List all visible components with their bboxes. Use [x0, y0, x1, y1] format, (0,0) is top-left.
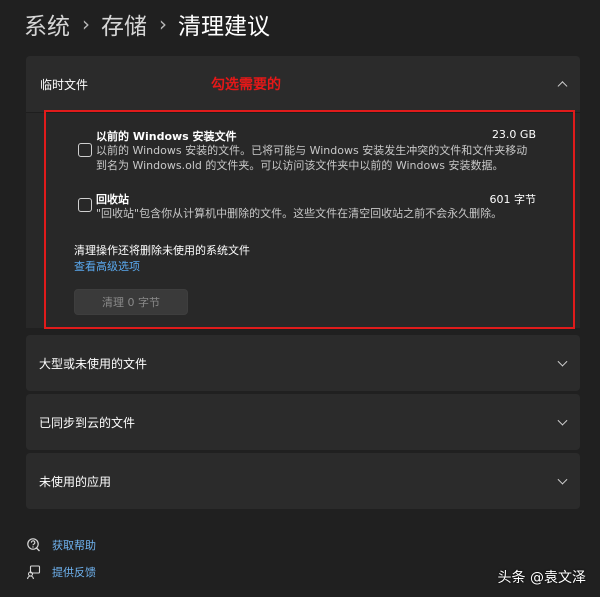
section-header[interactable]: 已同步到云的文件 — [26, 394, 580, 450]
annotation-text: 勾选需要的 — [211, 77, 281, 93]
temp-files-header[interactable]: 临时文件 — [26, 56, 580, 112]
item-size: 601 字节 — [489, 193, 537, 206]
section-large-unused-files[interactable]: 大型或未使用的文件 — [26, 335, 580, 391]
get-help-label: 获取帮助 — [52, 539, 96, 552]
breadcrumb-separator: › — [159, 12, 167, 36]
help-icon — [26, 537, 42, 553]
feedback-icon — [26, 564, 42, 580]
advanced-options-link[interactable]: 查看高级选项 — [74, 258, 140, 274]
chevron-down-icon — [557, 415, 568, 426]
list-item-recycle-bin: 回收站 601 字节 "回收站"包含你从计算机中删除的文件。这些文件在清空回收站… — [74, 191, 544, 225]
give-feedback-label: 提供反馈 — [52, 566, 96, 579]
section-title: 未使用的应用 — [39, 474, 112, 489]
item-title: 回收站 — [96, 193, 129, 206]
section-title: 大型或未使用的文件 — [39, 356, 148, 371]
breadcrumb-storage[interactable]: 存储 — [101, 7, 147, 41]
section-unused-apps[interactable]: 未使用的应用 — [26, 453, 580, 509]
section-header[interactable]: 大型或未使用的文件 — [26, 335, 580, 391]
recycle-bin-checkbox[interactable] — [78, 198, 92, 212]
give-feedback-link[interactable]: 提供反馈 — [26, 563, 96, 581]
watermark: 头条 @袁文泽 — [497, 570, 586, 586]
previous-windows-checkbox[interactable] — [78, 143, 92, 157]
section-title: 已同步到云的文件 — [39, 415, 136, 430]
cleanup-note: 清理操作还将删除未使用的系统文件 — [74, 244, 250, 257]
breadcrumb-system[interactable]: 系统 — [24, 7, 70, 41]
item-size: 23.0 GB — [491, 128, 536, 141]
temp-files-title: 临时文件 — [40, 77, 89, 92]
item-description: "回收站"包含你从计算机中删除的文件。这些文件在清空回收站之前不会永久删除。 — [96, 207, 503, 220]
breadcrumb-separator: › — [82, 12, 90, 36]
item-title: 以前的 Windows 安装文件 — [96, 130, 237, 143]
clean-button[interactable]: 清理 0 字节 — [74, 289, 188, 315]
section-cloud-synced-files[interactable]: 已同步到云的文件 — [26, 394, 580, 450]
page-title: 清理建议 — [178, 14, 270, 40]
list-item-previous-windows: 以前的 Windows 安装文件 23.0 GB 以前的 Windows 安装的… — [74, 128, 544, 178]
section-header[interactable]: 未使用的应用 — [26, 453, 580, 509]
breadcrumb: 系统 › 存储 › 清理建议 — [24, 6, 270, 42]
chevron-down-icon — [557, 356, 568, 367]
get-help-link[interactable]: 获取帮助 — [26, 536, 96, 554]
chevron-down-icon — [557, 474, 568, 485]
item-description: 以前的 Windows 安装的文件。已将可能与 Windows 安装发生冲突的文… — [96, 144, 528, 172]
chevron-up-icon — [557, 81, 568, 92]
